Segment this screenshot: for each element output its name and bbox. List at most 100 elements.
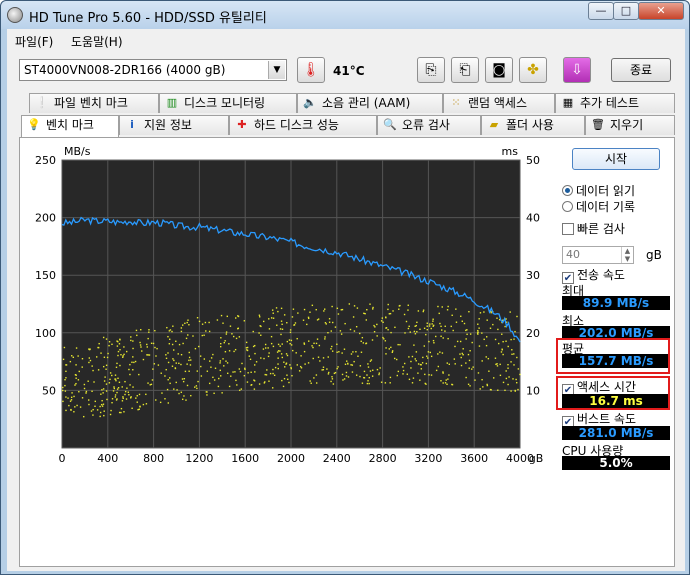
access-time-point bbox=[322, 366, 325, 368]
access-time-point bbox=[105, 338, 108, 340]
radio-read[interactable]: 데이터 읽기 bbox=[562, 182, 635, 199]
access-time-point bbox=[376, 368, 379, 371]
access-time-point bbox=[200, 375, 203, 377]
access-time-point bbox=[485, 336, 488, 338]
access-time-point bbox=[235, 317, 237, 319]
access-time-point bbox=[239, 389, 241, 392]
access-time-point bbox=[105, 390, 108, 392]
access-time-point bbox=[129, 384, 131, 386]
access-time-point bbox=[181, 378, 184, 380]
access-time-point bbox=[258, 314, 261, 316]
access-time-point bbox=[507, 367, 509, 369]
tab-benchmark[interactable]: 💡 벤치 마크 bbox=[21, 115, 119, 137]
folder-icon: ▰ bbox=[489, 118, 499, 131]
menu-file[interactable]: 파일(F) bbox=[15, 33, 53, 50]
access-time-point bbox=[448, 374, 450, 376]
screenshot-button[interactable]: ◙ bbox=[485, 57, 513, 83]
access-time-point bbox=[92, 414, 94, 416]
title-bar[interactable]: HD Tune Pro 5.60 - HDD/SSD 유틸리티 — □ ✕ bbox=[1, 1, 689, 29]
access-time-point bbox=[502, 340, 504, 343]
access-time-point bbox=[270, 342, 273, 345]
drive-select[interactable]: ST4000VN008-2DR166 (4000 gB) ▼ bbox=[19, 59, 287, 81]
access-time-point bbox=[100, 352, 102, 354]
access-time-point bbox=[149, 384, 151, 386]
tab-error-scan[interactable]: 🔍 오류 검사 bbox=[377, 115, 481, 135]
access-time-point bbox=[88, 399, 90, 401]
access-time-point bbox=[108, 344, 110, 347]
access-time-point bbox=[122, 397, 124, 400]
download-button[interactable]: ⇩ bbox=[563, 57, 591, 83]
start-button[interactable]: 시작 bbox=[572, 148, 660, 170]
tab-folder-usage[interactable]: ▰ 폴더 사용 bbox=[481, 115, 585, 135]
access-time-point bbox=[100, 393, 102, 395]
access-time-point bbox=[91, 365, 93, 367]
access-time-point bbox=[123, 346, 125, 348]
maximize-button[interactable]: □ bbox=[613, 2, 639, 20]
access-time-point bbox=[384, 340, 387, 342]
spin-arrows-icon[interactable]: ▲ ▼ bbox=[621, 247, 633, 263]
menu-help[interactable]: 도움말(H) bbox=[71, 33, 123, 50]
access-time-point bbox=[311, 345, 313, 347]
access-time-point bbox=[65, 409, 67, 412]
tab-aam[interactable]: 🔈 소음 관리 (AAM) bbox=[297, 93, 443, 113]
access-time-point bbox=[502, 381, 505, 384]
access-time-point bbox=[219, 360, 222, 362]
access-time-point bbox=[380, 320, 383, 322]
access-time-point bbox=[93, 381, 95, 383]
y-left-tick-label: 150 bbox=[35, 269, 56, 282]
tab-erase[interactable]: 🗑 지우기 bbox=[585, 115, 675, 135]
access-time-point bbox=[412, 377, 415, 379]
access-time-point bbox=[465, 338, 467, 340]
access-time-point bbox=[373, 324, 375, 327]
options-button[interactable]: ✤ bbox=[519, 57, 547, 83]
access-time-point bbox=[290, 344, 293, 346]
access-time-point bbox=[408, 356, 410, 358]
access-time-point bbox=[109, 413, 112, 416]
access-time-point bbox=[168, 343, 171, 345]
x-tick-label: 800 bbox=[143, 452, 164, 465]
access-time-point bbox=[185, 337, 188, 340]
access-time-point bbox=[352, 316, 355, 318]
access-time-point bbox=[504, 325, 506, 328]
access-time-point bbox=[225, 331, 228, 333]
chevron-down-icon[interactable]: ▼ bbox=[268, 61, 285, 79]
access-time-point bbox=[495, 363, 497, 366]
access-time-point bbox=[139, 344, 142, 346]
close-button[interactable]: ✕ bbox=[638, 2, 684, 20]
size-stepper[interactable]: 40 ▲ ▼ bbox=[562, 246, 634, 264]
tab-file-benchmark[interactable]: ❕ 파일 벤치 마크 bbox=[29, 93, 159, 113]
access-time-point bbox=[273, 374, 276, 377]
access-time-point bbox=[308, 340, 310, 342]
access-time-point bbox=[415, 360, 417, 362]
access-time-point bbox=[378, 373, 380, 376]
access-time-point bbox=[414, 325, 416, 327]
exit-button[interactable]: 종료 bbox=[611, 58, 671, 82]
tab-random-access[interactable]: ⁙ 랜덤 액세스 bbox=[443, 93, 555, 113]
tab-disk-monitor[interactable]: ▥ 디스크 모니터링 bbox=[159, 93, 297, 113]
radio-write[interactable]: 데이터 기록 bbox=[562, 198, 635, 215]
copy-button[interactable]: ⎘ bbox=[417, 57, 445, 83]
access-time-point bbox=[264, 373, 266, 376]
access-time-point bbox=[99, 415, 101, 418]
tab-health[interactable]: ✚ 하드 디스크 성능 bbox=[229, 115, 377, 135]
access-time-point bbox=[420, 368, 423, 370]
access-time-point bbox=[121, 386, 123, 388]
fast-test-checkbox[interactable]: 빠른 검사 bbox=[562, 220, 625, 237]
access-time-point bbox=[184, 322, 186, 325]
access-time-point bbox=[485, 344, 488, 347]
access-time-point bbox=[130, 396, 132, 398]
access-time-point bbox=[270, 317, 273, 319]
copy-all-button[interactable]: ⎗ bbox=[451, 57, 479, 83]
access-time-point bbox=[391, 350, 394, 352]
access-time-point bbox=[266, 369, 268, 371]
tab-extra-tests[interactable]: ▦ 추가 테스트 bbox=[555, 93, 675, 113]
access-time-point bbox=[75, 347, 78, 349]
access-time-point bbox=[64, 390, 67, 392]
access-time-point bbox=[373, 330, 376, 333]
access-time-point bbox=[423, 327, 426, 330]
minimize-button[interactable]: — bbox=[588, 2, 614, 20]
tab-info[interactable]: i 지원 정보 bbox=[119, 115, 229, 135]
access-time-point bbox=[471, 341, 473, 344]
access-time-point bbox=[454, 363, 456, 365]
access-time-point bbox=[313, 377, 315, 379]
